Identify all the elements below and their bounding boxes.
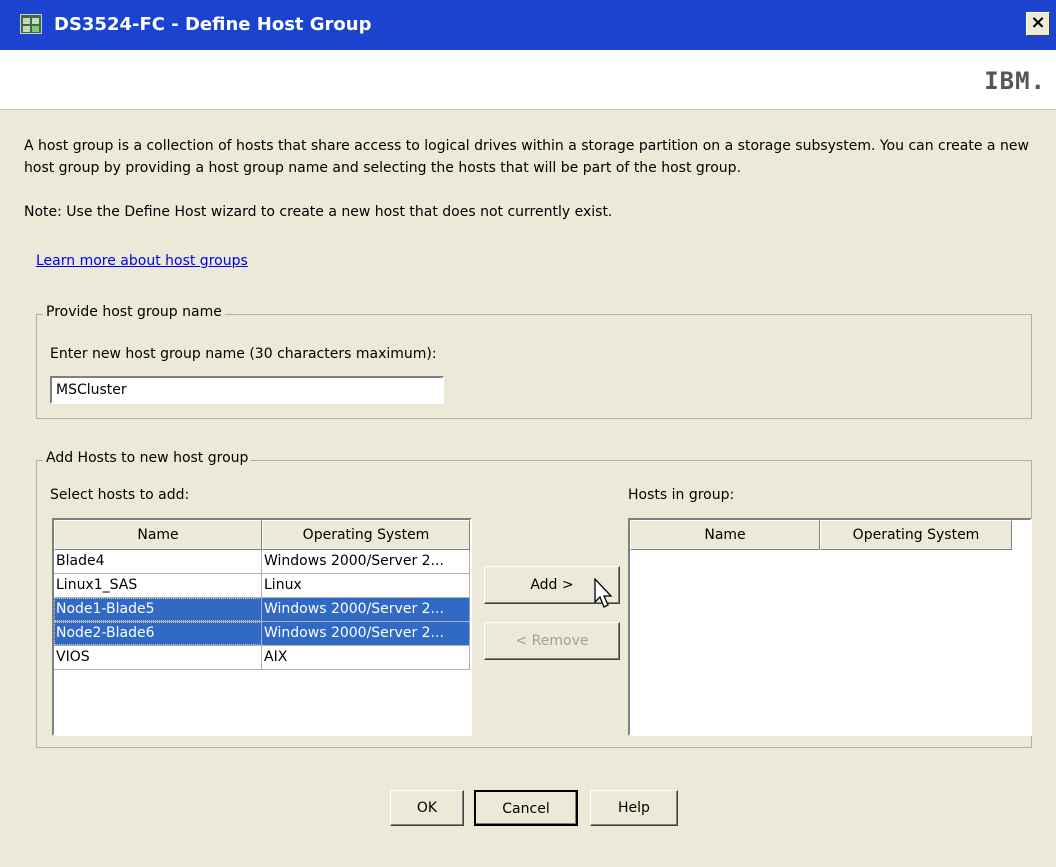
column-header-name[interactable]: Name	[54, 520, 262, 550]
description-text: A host group is a collection of hosts th…	[24, 138, 1029, 176]
brand-bar: IBM.	[0, 50, 1056, 110]
remove-button[interactable]: < Remove	[484, 622, 620, 660]
host-name-cell: VIOS	[54, 646, 262, 669]
host-os-cell: Windows 2000/Server 2...	[262, 550, 470, 573]
mouse-cursor-icon	[594, 578, 613, 608]
host-group-name-input[interactable]	[50, 376, 444, 404]
learn-more-link[interactable]: Learn more about host groups	[36, 253, 248, 269]
ok-button[interactable]: OK	[390, 790, 464, 826]
close-button[interactable]: ×	[1026, 12, 1050, 36]
host-os-cell: Linux	[262, 574, 470, 597]
table-row[interactable]: Node1-Blade5 Windows 2000/Server 2...	[54, 598, 470, 622]
table-header: Name Operating System	[54, 520, 470, 550]
storage-manager-icon	[20, 14, 42, 34]
groupbox-legend: Provide host group name	[43, 304, 225, 320]
column-header-name[interactable]: Name	[630, 520, 820, 550]
table-row[interactable]: Blade4 Windows 2000/Server 2...	[54, 550, 470, 574]
groupbox-legend: Add Hosts to new host group	[43, 450, 252, 466]
title-bar: DS3524-FC - Define Host Group ×	[0, 0, 1056, 50]
table-row[interactable]: VIOS AIX	[54, 646, 470, 670]
available-hosts-table[interactable]: Name Operating System Blade4 Windows 200…	[52, 518, 472, 736]
select-hosts-label: Select hosts to add:	[50, 487, 190, 503]
host-group-name-prompt: Enter new host group name (30 characters…	[50, 346, 437, 362]
host-name-cell: Node1-Blade5	[54, 598, 262, 621]
close-icon: ×	[1030, 12, 1046, 33]
host-name-cell: Blade4	[54, 550, 262, 573]
table-row[interactable]: Linux1_SAS Linux	[54, 574, 470, 598]
host-name-cell: Linux1_SAS	[54, 574, 262, 597]
column-header-os[interactable]: Operating System	[262, 520, 470, 550]
ibm-logo: IBM.	[984, 67, 1046, 95]
column-header-os[interactable]: Operating System	[820, 520, 1012, 550]
hosts-in-group-table[interactable]: Name Operating System	[628, 518, 1032, 736]
host-os-cell: AIX	[262, 646, 470, 669]
host-os-cell: Windows 2000/Server 2...	[262, 598, 470, 621]
cancel-button[interactable]: Cancel	[474, 790, 578, 826]
window-title: DS3524-FC - Define Host Group	[54, 14, 372, 35]
hosts-in-group-label: Hosts in group:	[628, 487, 735, 503]
table-row[interactable]: Node2-Blade6 Windows 2000/Server 2...	[54, 622, 470, 646]
host-name-cell: Node2-Blade6	[54, 622, 262, 645]
note-text: Note: Use the Define Host wizard to crea…	[24, 204, 613, 220]
table-header: Name Operating System	[630, 520, 1030, 550]
host-os-cell: Windows 2000/Server 2...	[262, 622, 470, 645]
help-button[interactable]: Help	[590, 790, 678, 826]
